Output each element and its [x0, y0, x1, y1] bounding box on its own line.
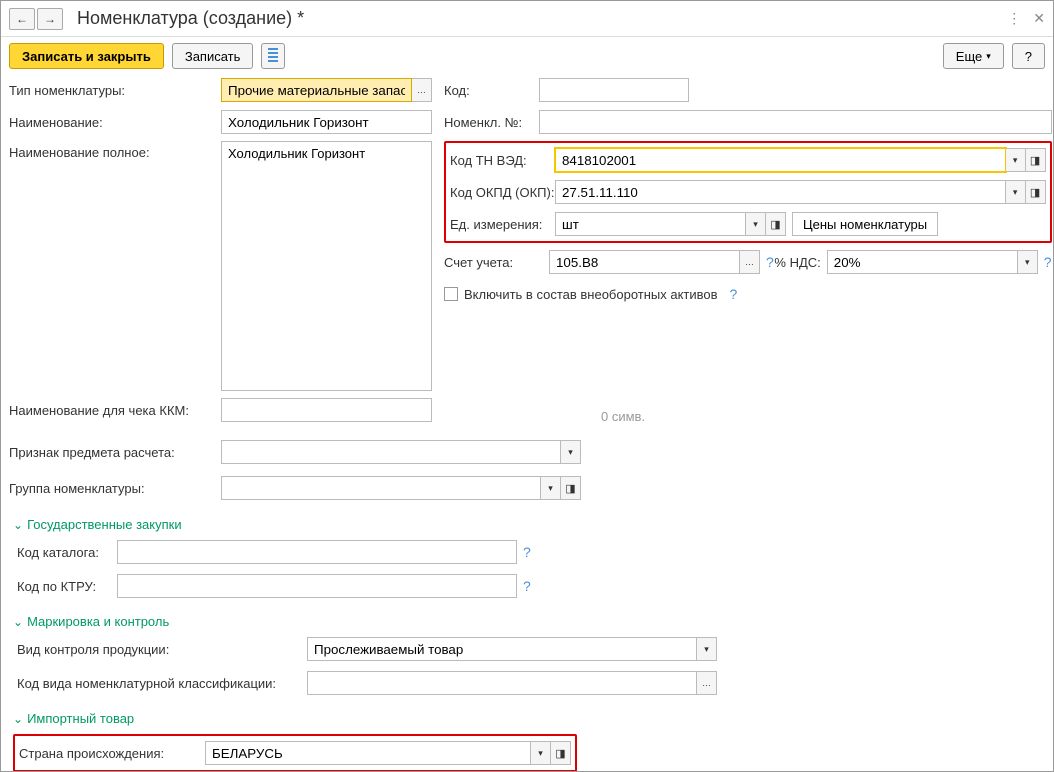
- ktru-label: Код по КТРУ:: [17, 579, 117, 594]
- name-label: Наименование:: [9, 115, 221, 130]
- code-input[interactable]: [539, 78, 689, 102]
- calc-sign-dropdown-button[interactable]: ▾: [561, 440, 581, 464]
- receipt-char-count: 0 симв.: [601, 409, 645, 424]
- account-help-icon[interactable]: ?: [766, 254, 774, 270]
- list-icon: [268, 48, 278, 64]
- okpd-open-button[interactable]: ◨: [1026, 180, 1046, 204]
- country-label: Страна происхождения:: [19, 746, 205, 761]
- account-ellipsis-button[interactable]: …: [740, 250, 760, 274]
- titlebar: ← → Номенклатура (создание) * ⋮ ✕: [1, 1, 1053, 37]
- vat-help-icon[interactable]: ?: [1044, 254, 1052, 270]
- class-input[interactable]: [307, 671, 697, 695]
- include-help-icon[interactable]: ?: [730, 286, 738, 302]
- back-button[interactable]: ←: [9, 8, 35, 30]
- fullname-textarea[interactable]: [221, 141, 432, 391]
- name-input[interactable]: [221, 110, 432, 134]
- include-label: Включить в состав внеоборотных активов: [464, 287, 718, 302]
- fullname-label: Наименование полное:: [9, 141, 221, 160]
- highlighted-box-country: Страна происхождения: ▾ ◨: [13, 734, 577, 772]
- catalog-input[interactable]: [117, 540, 517, 564]
- account-label: Счет учета:: [444, 255, 549, 270]
- type-label: Тип номенклатуры:: [9, 83, 221, 98]
- vat-input[interactable]: [827, 250, 1018, 274]
- country-open-button[interactable]: ◨: [551, 741, 571, 765]
- tnved-dropdown-button[interactable]: ▾: [1006, 148, 1026, 172]
- type-ellipsis-button[interactable]: …: [412, 78, 432, 102]
- unit-dropdown-button[interactable]: ▾: [746, 212, 766, 236]
- group-dropdown-button[interactable]: ▾: [541, 476, 561, 500]
- forward-button[interactable]: →: [37, 8, 63, 30]
- group-label: Группа номенклатуры:: [9, 481, 221, 496]
- tnved-label: Код ТН ВЭД:: [450, 153, 555, 168]
- unit-input[interactable]: [555, 212, 746, 236]
- section-gov[interactable]: Государственные закупки: [13, 517, 1045, 532]
- tnved-input[interactable]: [555, 148, 1006, 172]
- help-button[interactable]: ?: [1012, 43, 1045, 69]
- code-label: Код:: [444, 83, 539, 98]
- section-import[interactable]: Импортный товар: [13, 711, 1045, 726]
- save-button[interactable]: Записать: [172, 43, 254, 69]
- group-input[interactable]: [221, 476, 541, 500]
- highlighted-box-codes: Код ТН ВЭД: ▾ ◨ Код ОКПД (ОКП): ▾ ◨: [444, 141, 1052, 243]
- calc-sign-label: Признак предмета расчета:: [9, 445, 221, 460]
- ktru-help-icon[interactable]: ?: [523, 578, 531, 594]
- okpd-dropdown-button[interactable]: ▾: [1006, 180, 1026, 204]
- class-ellipsis-button[interactable]: …: [697, 671, 717, 695]
- country-dropdown-button[interactable]: ▾: [531, 741, 551, 765]
- section-mark[interactable]: Маркировка и контроль: [13, 614, 1045, 629]
- okpd-input[interactable]: [555, 180, 1006, 204]
- toolbar: Записать и закрыть Записать Еще ?: [1, 37, 1053, 75]
- class-label: Код вида номенклатурной классификации:: [17, 676, 307, 691]
- account-input[interactable]: [549, 250, 740, 274]
- nomenkl-input[interactable]: [539, 110, 1052, 134]
- tnved-open-button[interactable]: ◨: [1026, 148, 1046, 172]
- okpd-label: Код ОКПД (ОКП):: [450, 185, 555, 200]
- prices-button[interactable]: Цены номенклатуры: [792, 212, 938, 236]
- calc-sign-input[interactable]: [221, 440, 561, 464]
- type-input[interactable]: [221, 78, 412, 102]
- control-input[interactable]: [307, 637, 697, 661]
- include-checkbox[interactable]: [444, 287, 458, 301]
- control-label: Вид контроля продукции:: [17, 642, 307, 657]
- control-dropdown-button[interactable]: ▾: [697, 637, 717, 661]
- menu-icon[interactable]: ⋮: [1007, 10, 1021, 27]
- ktru-input[interactable]: [117, 574, 517, 598]
- unit-label: Ед. измерения:: [450, 217, 555, 232]
- vat-dropdown-button[interactable]: ▾: [1018, 250, 1038, 274]
- group-open-button[interactable]: ◨: [561, 476, 581, 500]
- country-input[interactable]: [205, 741, 531, 765]
- nomenkl-label: Номенкл. №:: [444, 115, 539, 130]
- save-close-button[interactable]: Записать и закрыть: [9, 43, 164, 69]
- list-button[interactable]: [261, 43, 285, 69]
- close-icon[interactable]: ✕: [1033, 10, 1045, 27]
- window-title: Номенклатура (создание) *: [77, 8, 1007, 29]
- catalog-label: Код каталога:: [17, 545, 117, 560]
- unit-open-button[interactable]: ◨: [766, 212, 786, 236]
- more-button[interactable]: Еще: [943, 43, 1004, 69]
- catalog-help-icon[interactable]: ?: [523, 544, 531, 560]
- vat-label: % НДС:: [774, 255, 827, 270]
